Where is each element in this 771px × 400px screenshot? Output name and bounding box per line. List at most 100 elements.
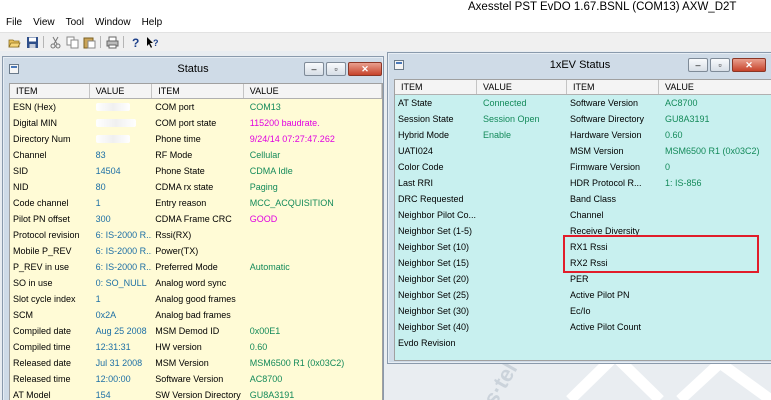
table-row[interactable]: Evdo Revision (395, 335, 771, 351)
open-icon[interactable] (7, 35, 22, 50)
table-row[interactable]: Compiled time 12:31:31 HW version 0.60 (10, 339, 382, 355)
menu-help[interactable]: Help (136, 16, 168, 32)
item-cell: Preferred Mode (155, 262, 218, 272)
table-row[interactable]: SID 14504 Phone State CDMA Idle (10, 163, 382, 179)
value-cell: 0.60 (249, 342, 268, 352)
column-header[interactable]: ITEM (152, 84, 244, 98)
table-row[interactable]: Digital MIN COM port state 115200 baudrate… (10, 115, 382, 131)
value-cell: COM13 (249, 102, 281, 112)
close-button[interactable]: ✕ (732, 58, 766, 72)
table-row[interactable]: Neighbor Set (30) Ec/Io (395, 303, 771, 319)
column-header[interactable]: VALUE (244, 84, 382, 98)
close-button[interactable]: ✕ (348, 62, 382, 76)
item-cell: Color Code (398, 162, 444, 172)
column-header[interactable]: VALUE (90, 84, 153, 98)
item-cell: Directory Num (13, 134, 71, 144)
item-cell: HW version (155, 342, 202, 352)
table-header-row: ITEM VALUE ITEM VALUE (395, 80, 771, 95)
item-cell: DRC Requested (398, 194, 464, 204)
menu-file[interactable]: File (0, 16, 27, 32)
table-row[interactable]: Slot cycle index 1 Analog good frames (10, 291, 382, 307)
value-cell (659, 287, 771, 303)
value-cell (244, 307, 382, 323)
svg-text:?: ? (153, 38, 159, 48)
item-cell: COM port (155, 102, 195, 112)
table-row[interactable]: AT State Connected Software Version AC8700 (395, 95, 771, 111)
value-cell: AC8700 (249, 374, 283, 384)
table-row[interactable]: SO in use 0: SO_NULL Analog word sync (10, 275, 382, 291)
menu-view[interactable]: View (27, 16, 60, 32)
value-cell (244, 227, 382, 243)
item-cell: Neighbor Set (20) (398, 274, 470, 284)
column-header[interactable]: VALUE (659, 80, 771, 94)
table-row[interactable]: Neighbor Set (20) PER (395, 271, 771, 287)
table-row[interactable]: Code channel 1 Entry reason MCC_ACQUISITION (10, 195, 382, 211)
item-cell: Channel (570, 210, 604, 220)
table-row[interactable]: Mobile P_REV 6: IS-2000 R... Power(TX) (10, 243, 382, 259)
table-row[interactable]: NID 80 CDMA rx state Paging (10, 179, 382, 195)
item-cell: Session State (398, 114, 454, 124)
value-cell (477, 175, 567, 191)
menu-window[interactable]: Window (89, 16, 136, 32)
minimize-button[interactable]: – (688, 58, 708, 72)
table-row[interactable]: Neighbor Pilot Co... Channel (395, 207, 771, 223)
ev-status-table: ITEM VALUE ITEM VALUE AT State Connected Softw… (394, 79, 771, 361)
item-cell: NID (13, 182, 29, 192)
paste-icon[interactable] (82, 35, 97, 50)
window-app-icon (9, 64, 19, 74)
column-header[interactable]: ITEM (395, 80, 477, 94)
value-cell: 12:31:31 (95, 342, 131, 352)
context-help-icon[interactable]: ? (145, 35, 160, 50)
column-header[interactable]: ITEM (10, 84, 90, 98)
table-row[interactable]: AT Model 154 SW Version Directory GU8A3191 (10, 387, 382, 400)
table-row[interactable]: UATI024 MSM Version MSM6500 R1 (0x03C2) (395, 143, 771, 159)
item-cell: UATI024 (398, 146, 433, 156)
maximize-button[interactable]: ▫ (326, 62, 346, 76)
item-cell: Power(TX) (155, 246, 199, 256)
column-header[interactable]: VALUE (477, 80, 567, 94)
table-row[interactable]: Neighbor Set (40) Active Pilot Count (395, 319, 771, 335)
copy-icon[interactable] (65, 35, 80, 50)
item-cell: Ec/Io (570, 306, 591, 316)
cut-icon[interactable] (48, 35, 63, 50)
table-row[interactable]: SCM 0x2A Analog bad frames (10, 307, 382, 323)
table-row[interactable]: P_REV in use 6: IS-2000 R... Preferred Mod… (10, 259, 382, 275)
table-row[interactable]: Released time 12:00:00 Software Version AC8… (10, 371, 382, 387)
value-cell: 12:00:00 (95, 374, 131, 384)
value-cell: Cellular (249, 150, 281, 160)
table-row[interactable]: Directory Num Phone time 9/24/14 07:27:47.… (10, 131, 382, 147)
column-header[interactable]: ITEM (567, 80, 659, 94)
table-row[interactable]: ESN (Hex) COM port COM13 (10, 99, 382, 115)
value-cell: Session Open (483, 114, 540, 124)
ev-status-window: 1xEV Status – ▫ ✕ ITEM VALUE ITEM VALUE AT S… (387, 52, 771, 364)
table-row[interactable]: Neighbor Set (25) Active Pilot PN (395, 287, 771, 303)
value-cell: MSM6500 R1 (0x03C2) (665, 146, 760, 156)
menu-tool[interactable]: Tool (60, 16, 89, 32)
table-row[interactable]: DRC Requested Band Class (395, 191, 771, 207)
item-cell: Compiled date (13, 326, 72, 336)
table-row[interactable]: Pilot PN offset 300 CDMA Frame CRC GOOD (10, 211, 382, 227)
table-row[interactable]: Released date Jul 31 2008 MSM Version MSM65… (10, 355, 382, 371)
table-row[interactable]: Session State Session Open Software Direct… (395, 111, 771, 127)
table-row[interactable]: Color Code Firmware Version 0 (395, 159, 771, 175)
item-cell: Phone State (155, 166, 205, 176)
table-row[interactable]: Channel 83 RF Mode Cellular (10, 147, 382, 163)
table-row[interactable]: Protocol revision 6: IS-2000 R... Rssi(RX) (10, 227, 382, 243)
about-icon[interactable]: ? (128, 35, 143, 50)
svg-text:?: ? (132, 36, 139, 49)
value-cell: MCC_ACQUISITION (249, 198, 334, 208)
value-cell (477, 319, 567, 335)
value-cell: 1: IS-856 (665, 178, 702, 188)
value-cell: 0 (665, 162, 671, 172)
item-cell: SID (13, 166, 29, 176)
item-cell: Analog bad frames (155, 310, 231, 320)
table-row[interactable]: Last RRI HDR Protocol R... 1: IS-856 (395, 175, 771, 191)
table-row[interactable]: Hybrid Mode Enable Hardware Version 0.60 (395, 127, 771, 143)
table-row[interactable]: Compiled date Aug 25 2008 MSM Demod ID 0x00… (10, 323, 382, 339)
minimize-button[interactable]: – (304, 62, 324, 76)
maximize-button[interactable]: ▫ (710, 58, 730, 72)
print-icon[interactable] (105, 35, 120, 50)
save-icon[interactable] (25, 35, 40, 50)
mdi-workspace: s·tel Status – ▫ ✕ ITEM VALUE ITEM VALUE ESN… (0, 51, 771, 400)
item-cell: Software Directory (570, 114, 645, 124)
